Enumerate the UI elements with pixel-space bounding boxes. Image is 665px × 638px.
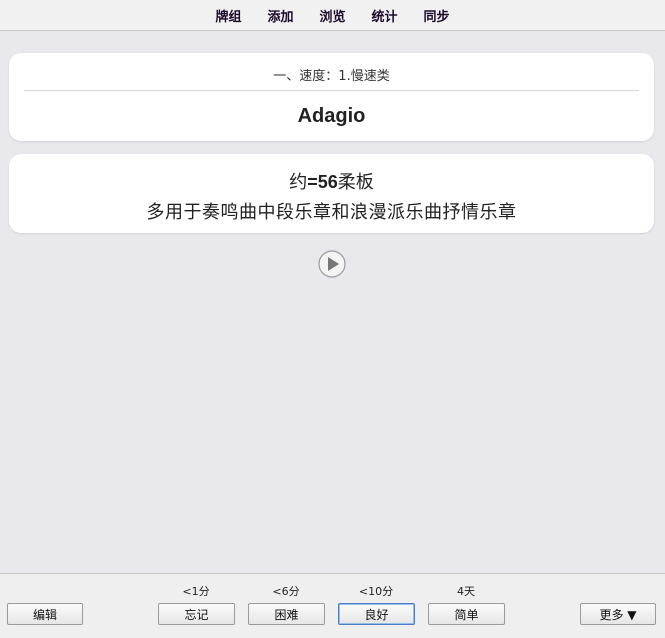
card-description: 多用于奏鸣曲中段乐章和浪漫派乐曲抒情乐章 <box>146 202 517 223</box>
ease-time-again: <1分 <box>182 585 210 598</box>
tempo-line: 约=56柔板 <box>9 168 654 194</box>
more-button[interactable]: 更多 ▼ <box>580 603 656 625</box>
card-back: 约=56柔板 多用于奏鸣曲中段乐章和浪漫派乐曲抒情乐章 <box>9 154 654 233</box>
ease-time-hard: <6分 <box>272 585 300 598</box>
card-divider <box>24 90 639 91</box>
deck-label: 一、速度：1.慢速类 <box>273 69 390 84</box>
top-toolbar: 牌组 添加 浏览 统计 同步 <box>0 0 665 31</box>
easy-button[interactable]: 简单 <box>428 603 505 625</box>
nav-stats[interactable]: 统计 <box>359 6 411 25</box>
edit-button[interactable]: 编辑 <box>7 603 83 625</box>
nav-decks[interactable]: 牌组 <box>202 6 254 25</box>
nav-sync[interactable]: 同步 <box>411 6 463 25</box>
ease-time-good: <10分 <box>358 585 394 598</box>
again-button[interactable]: 忘记 <box>158 603 235 625</box>
tempo-prefix: 约 <box>289 172 308 193</box>
nav-browse[interactable]: 浏览 <box>306 6 358 25</box>
ease-time-easy: 4天 <box>457 585 475 598</box>
tempo-suffix: 柔板 <box>337 172 374 193</box>
tempo-value: =56 <box>307 172 338 192</box>
bottom-toolbar: 编辑 <1分 忘记 <6分 困难 <10分 良好 4天 简单 更多 ▼ <box>0 573 665 638</box>
card-front: 一、速度：1.慢速类 Adagio <box>9 53 654 141</box>
nav-add[interactable]: 添加 <box>254 6 306 25</box>
good-button[interactable]: 良好 <box>338 603 415 625</box>
card-term: Adagio <box>297 105 366 127</box>
hard-button[interactable]: 困难 <box>248 603 325 625</box>
play-audio-icon[interactable] <box>318 250 346 278</box>
